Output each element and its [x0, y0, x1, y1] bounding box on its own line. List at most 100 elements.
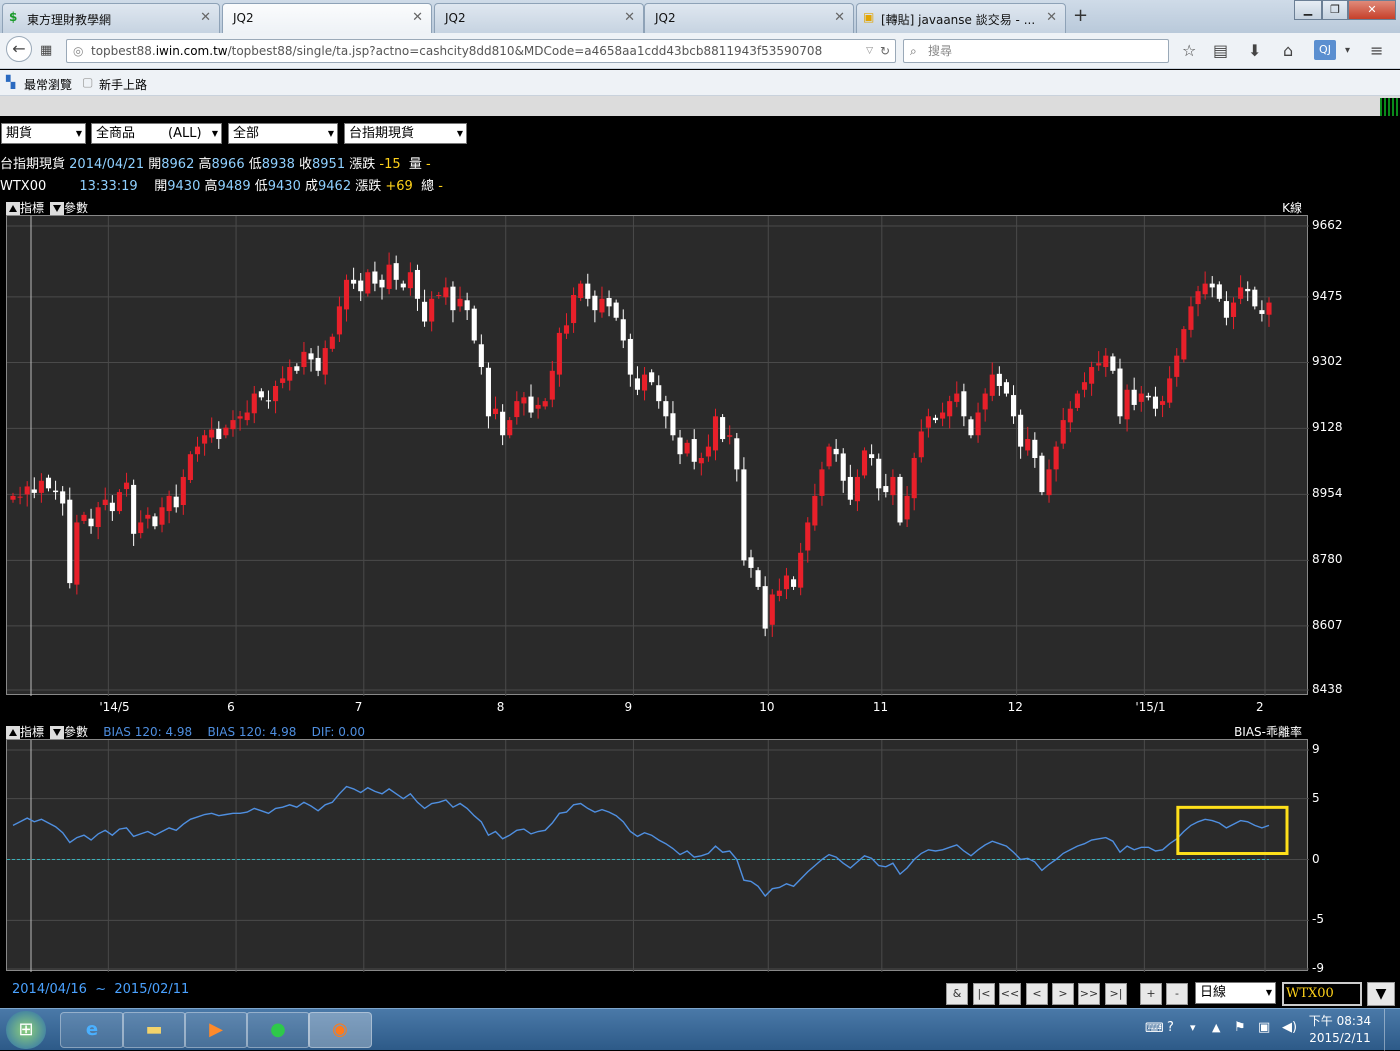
candle [379, 274, 385, 300]
zoom-in-button[interactable]: + [1140, 983, 1162, 1005]
page-icon: ▢ [82, 75, 94, 89]
date-from: 2014/04/16 [12, 982, 87, 997]
back-arrow-icon[interactable]: ← [6, 36, 32, 62]
candle [223, 424, 229, 439]
link-button[interactable]: & [946, 983, 968, 1005]
candle [869, 444, 875, 466]
candle [38, 473, 44, 503]
candle [890, 469, 896, 506]
candle [109, 495, 115, 521]
next-button[interactable]: > [1052, 983, 1074, 1005]
candle [436, 291, 442, 299]
candle [202, 429, 208, 456]
grid-icon[interactable]: ▦ [40, 43, 52, 58]
candle [798, 542, 804, 596]
network-icon[interactable]: ▣ [1258, 1020, 1270, 1035]
candle [251, 385, 257, 424]
candle [53, 480, 59, 500]
candle [123, 472, 130, 497]
close-window-button[interactable]: ✕ [1348, 0, 1396, 20]
candle [748, 549, 754, 578]
home-icon[interactable]: ⌂ [1283, 41, 1293, 60]
tab-label: JQ2 [445, 11, 466, 25]
bookmark-most-visited[interactable]: 最常瀏覽 [24, 76, 72, 93]
symbol-input[interactable]: WTX00 [1282, 982, 1362, 1006]
market-select[interactable]: 期貨 [1, 123, 86, 144]
indicator-toggle-icon[interactable] [6, 201, 20, 216]
tab-jq2[interactable]: JQ2 ✕ [434, 3, 644, 33]
bias-chart[interactable] [6, 739, 1309, 972]
url-bar[interactable]: ◎ topbest88.iwin.com.tw/topbest88/single… [66, 39, 896, 63]
low-label: 低 [254, 179, 268, 194]
nav-bar: ← ▦ ◎ topbest88.iwin.com.tw/topbest88/si… [0, 33, 1400, 69]
prev-button[interactable]: < [1026, 983, 1048, 1005]
tab-javaanse[interactable]: ▣ [轉貼] javaanse 談交易 - ... ✕ [856, 3, 1066, 33]
page-back-button[interactable]: << [999, 983, 1021, 1005]
chevron-down-icon[interactable]: ▾ [1345, 45, 1350, 56]
product-select[interactable]: 全商品 (ALL) [91, 123, 222, 144]
reload-icon[interactable]: ↻ [880, 40, 890, 62]
help-icon[interactable]: ? [1167, 1020, 1174, 1035]
candle [386, 252, 392, 295]
tab-jq2[interactable]: JQ2 ✕ [644, 3, 854, 33]
param-toggle-icon[interactable] [50, 725, 65, 740]
minimize-button[interactable]: ▁ [1294, 0, 1322, 20]
close-icon[interactable]: ✕ [1046, 10, 1057, 25]
indicator-button[interactable]: 指標 [20, 725, 44, 739]
price-chart[interactable] [6, 215, 1309, 696]
candle [947, 395, 953, 429]
tray-chevron-icon[interactable]: ▾ [1190, 1021, 1196, 1034]
flag-icon[interactable]: ⚑ [1234, 1020, 1246, 1035]
close-icon[interactable]: ✕ [412, 10, 423, 25]
keyboard-icon[interactable]: ⌨ [1145, 1021, 1164, 1036]
symbol-select[interactable]: 台指期現貨 [344, 123, 467, 144]
start-orb-icon[interactable]: ⊞ [6, 1011, 46, 1049]
show-desktop-button[interactable] [1384, 1009, 1400, 1051]
search-input[interactable]: ⌕ 搜尋 [903, 39, 1169, 63]
volume-icon[interactable]: ◀) [1282, 1020, 1297, 1035]
menu-icon[interactable]: ≡ [1370, 41, 1383, 60]
reading-list-icon[interactable]: ▤ [1213, 41, 1228, 60]
last-button[interactable]: >| [1105, 983, 1127, 1005]
star-icon[interactable]: ☆ [1182, 41, 1196, 60]
candle [180, 469, 186, 515]
candle [854, 469, 860, 512]
first-button[interactable]: |< [973, 983, 995, 1005]
page-forward-button[interactable]: >> [1078, 983, 1100, 1005]
param-button[interactable]: 參數 [64, 725, 88, 739]
bookmark-getting-started[interactable]: 新手上路 [99, 76, 147, 93]
x-tick-label: 12 [1007, 700, 1023, 714]
clock[interactable]: 下午 08:34 2015/2/11 [1305, 1013, 1375, 1047]
close-icon[interactable]: ✕ [624, 10, 635, 25]
date-to: 2015/02/11 [114, 982, 190, 997]
param-toggle-icon[interactable] [50, 201, 65, 216]
explorer-icon[interactable]: ▬ [122, 1012, 186, 1048]
indicator-button[interactable]: 指標 [20, 201, 44, 215]
candle [351, 267, 357, 289]
date-range: 2014/04/16 ~ 2015/02/11 [12, 982, 189, 997]
symbol-dropdown-button[interactable]: ▼ [1367, 982, 1395, 1006]
indicator-toggle-icon[interactable] [6, 725, 20, 740]
dropdown-icon[interactable]: ▽ [866, 40, 873, 62]
candle [918, 419, 924, 463]
zoom-out-button[interactable]: - [1166, 983, 1188, 1005]
maximize-button[interactable]: ❐ [1322, 0, 1348, 20]
tab-dongfang[interactable]: $ 東方理財教學網 ✕ [2, 3, 220, 33]
line-icon[interactable]: ● [246, 1012, 310, 1048]
period-select[interactable]: 日線 [1195, 982, 1276, 1004]
candle [81, 511, 87, 524]
media-player-icon[interactable]: ▶ [184, 1012, 248, 1048]
close-icon[interactable]: ✕ [200, 10, 211, 25]
category-select[interactable]: 全部 [228, 123, 338, 144]
extension-icon[interactable]: QJ [1314, 40, 1336, 60]
show-hidden-icon[interactable]: ▲ [1212, 1021, 1220, 1034]
tab-jq2-active[interactable]: JQ2 ✕ [222, 3, 432, 33]
close-icon[interactable]: ✕ [834, 10, 845, 25]
bias-line [12, 785, 1270, 898]
candle [549, 360, 555, 408]
ie-icon[interactable]: e [60, 1012, 124, 1048]
download-icon[interactable]: ⬇ [1248, 41, 1261, 60]
firefox-icon[interactable]: ◉ [308, 1012, 372, 1048]
param-button[interactable]: 參數 [64, 201, 88, 215]
new-tab-icon[interactable]: + [1073, 5, 1088, 26]
